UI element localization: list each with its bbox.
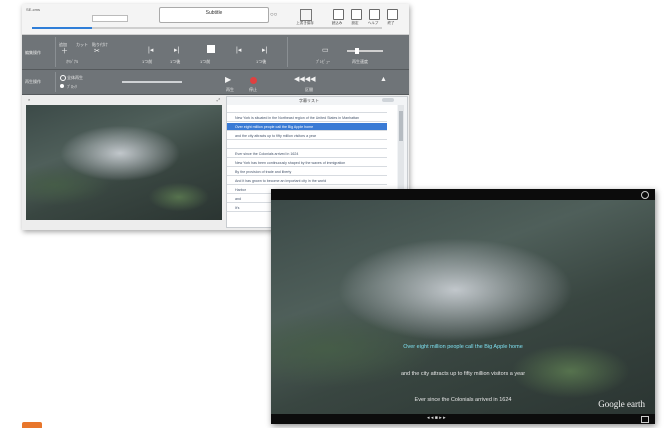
open-icon[interactable]: [351, 9, 362, 20]
subtitle-row[interactable]: [227, 141, 387, 149]
lock-icon[interactable]: ▲: [380, 76, 387, 83]
subtitle-row[interactable]: Ever since the Colonials arrived in 1624: [227, 150, 387, 158]
settings-icon[interactable]: [369, 9, 380, 20]
title-bar: SE-cms Subtitle ○○ 上書き保存 読込み 設定 ヘルプ 終了: [22, 4, 409, 35]
caption-toggle-icon[interactable]: [641, 416, 649, 423]
timeline-progress: [32, 27, 92, 29]
video-preview: [26, 105, 222, 220]
video-header: ⌕ ⤢: [26, 96, 222, 104]
subtitle-row-selected[interactable]: Over eight million people call the Big A…: [227, 123, 387, 131]
subtitle-row[interactable]: [227, 105, 387, 113]
close-icon[interactable]: [641, 191, 649, 199]
section-marker: [22, 422, 42, 428]
link-icon[interactable]: ○○: [270, 12, 277, 18]
prev-icon[interactable]: |◂: [148, 47, 153, 54]
rewind-icon[interactable]: ◀◀◀◀: [294, 76, 316, 83]
divider: [55, 72, 56, 92]
option-all: 全体再生: [67, 75, 83, 80]
preview-top-bar: [271, 189, 655, 200]
playback-slider[interactable]: [122, 81, 182, 83]
edit-controls-band: 編集操作 追加 カット 貼り付け ＋ ✂ ｵﾘｼﾞﾅﾙ |◂ ▸| 1つ前 1つ…: [22, 35, 409, 70]
radio-block[interactable]: [60, 84, 64, 88]
toggle-switch[interactable]: [382, 98, 394, 102]
app-title: Subtitle: [205, 10, 223, 16]
expand-icon[interactable]: ⤢: [217, 97, 220, 102]
timecode-field[interactable]: [92, 15, 128, 22]
toolbar-label-2: 設定: [351, 21, 359, 25]
edit-label-6: 1つ前: [200, 59, 211, 64]
edit-label-1: カット: [76, 42, 88, 47]
preview-subtitle-1: Over eight million people call the Big A…: [403, 344, 523, 350]
google-earth-watermark: Google earth: [598, 399, 645, 409]
app-logo: SE-cms: [26, 7, 40, 12]
save-icon[interactable]: [333, 9, 344, 20]
speed-slider-handle[interactable]: [355, 48, 359, 54]
preview-nav-controls[interactable]: ◂ ◂ ■ ▸ ▸: [427, 415, 446, 421]
preview-video: Over eight million people call the Big A…: [271, 200, 655, 414]
prev-2-icon[interactable]: |◂: [236, 47, 241, 54]
edit-label-8: ﾌﾟﾚﾋﾞｭｰ: [316, 59, 330, 64]
title-box: Subtitle: [159, 7, 269, 23]
preview-subtitle-2: and the city attracts up to fifty millio…: [400, 371, 526, 377]
subtitle-list-header: 字幕リスト: [299, 98, 319, 103]
record-stop-icon[interactable]: [250, 77, 257, 84]
scrollbar-thumb[interactable]: [399, 111, 403, 141]
edit-label-7: 1つ後: [256, 59, 267, 64]
edit-label-9: 再生速度: [352, 59, 368, 64]
subtitle-row[interactable]: and the city attracts up to fifty millio…: [227, 132, 387, 140]
stop-square-icon[interactable]: [207, 45, 215, 53]
toolbar-label-4: 終了: [387, 21, 395, 25]
subtitle-row[interactable]: And it has grown to become an important …: [227, 177, 387, 185]
option-block: ﾌﾞﾛｯｸ: [67, 84, 77, 89]
preview-icon[interactable]: ▭: [322, 47, 329, 54]
zoom-icon[interactable]: ⌕: [28, 97, 30, 102]
subtitle-row[interactable]: New York is situated in the Northeast re…: [227, 114, 387, 122]
play-label: 再生: [226, 87, 234, 92]
list-icon[interactable]: [300, 9, 312, 21]
play-icon[interactable]: ▶: [225, 76, 231, 84]
playback-band-label: 再生操作: [25, 79, 41, 84]
preview-bottom-bar: ◂ ◂ ■ ▸ ▸: [271, 414, 655, 424]
range-label: 区間: [305, 87, 313, 92]
speed-slider[interactable]: [347, 48, 383, 54]
stop-label: 停止: [249, 87, 257, 92]
radio-all[interactable]: [60, 75, 66, 81]
playback-band: 再生操作 全体再生 ﾌﾞﾛｯｸ ▶ 再生 停止 ◀◀◀◀ 区間 ▲: [22, 70, 409, 95]
fullscreen-preview-window: Over eight million people call the Big A…: [271, 189, 655, 424]
subtitle-row[interactable]: New York has been continuously shaped by…: [227, 159, 387, 167]
edit-label-5: 1つ後: [170, 59, 181, 64]
paste-icon[interactable]: ✂: [94, 48, 100, 55]
toolbar-label-0: 上書き保存: [296, 21, 314, 25]
timeline-track[interactable]: [32, 27, 382, 29]
toolbar-label-1: 読込み: [331, 21, 343, 25]
next-2-icon[interactable]: ▸|: [262, 47, 267, 54]
edit-band-label: 編集操作: [25, 50, 41, 55]
divider: [287, 37, 288, 67]
exit-icon[interactable]: [387, 9, 398, 20]
add-icon[interactable]: ＋: [61, 48, 68, 55]
divider: [55, 37, 56, 67]
subtitle-row[interactable]: By the provision of trade and liberty: [227, 168, 387, 176]
edit-label-3: ｵﾘｼﾞﾅﾙ: [66, 59, 78, 64]
edit-label-4: 1つ前: [142, 59, 153, 64]
next-icon[interactable]: ▸|: [174, 47, 179, 54]
toolbar-label-3: ヘルプ: [367, 21, 379, 25]
